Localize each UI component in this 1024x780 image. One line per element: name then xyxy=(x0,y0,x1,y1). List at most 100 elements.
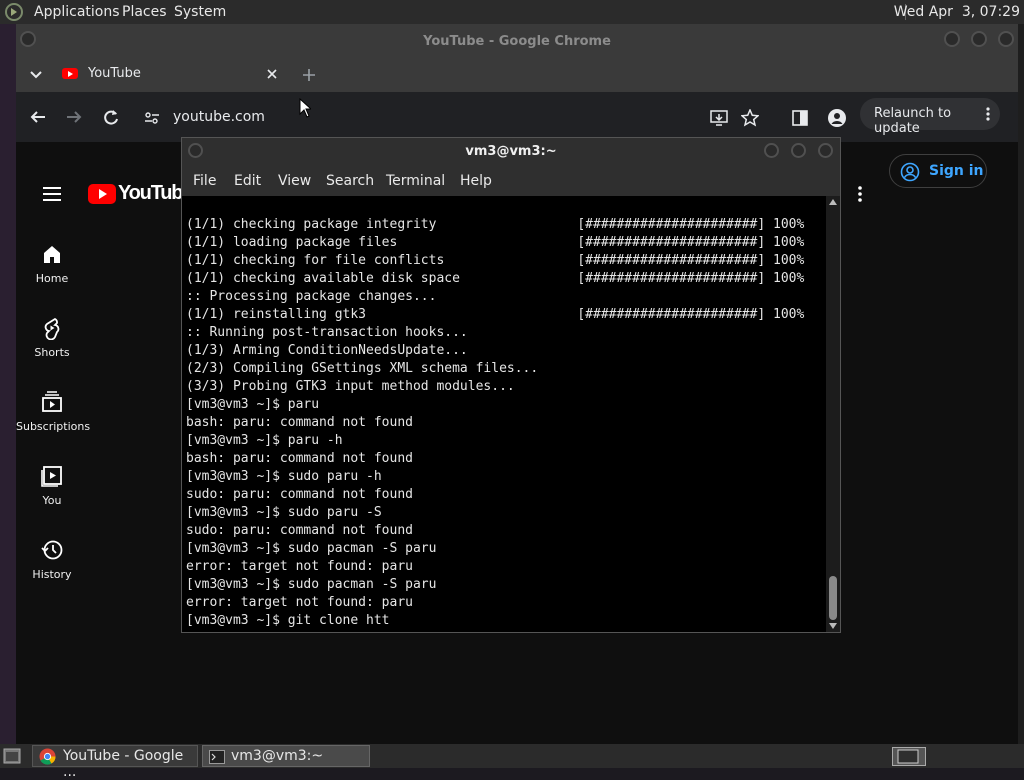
guide-item-home[interactable]: Home xyxy=(16,238,88,312)
forward-icon[interactable] xyxy=(66,109,82,125)
site-info-icon[interactable] xyxy=(144,110,160,126)
terminal-line: (1/1) checking for file conflicts [#####… xyxy=(186,253,805,268)
minimize-button[interactable] xyxy=(944,31,960,47)
reload-icon[interactable] xyxy=(102,108,120,126)
terminal-menu-file[interactable]: File xyxy=(193,173,216,189)
scroll-up-icon[interactable] xyxy=(829,199,837,205)
terminal-line: sudo: paru: command not found xyxy=(186,487,413,502)
scroll-down-icon[interactable] xyxy=(829,623,837,629)
terminal-menubar: File Edit View Search Terminal Help xyxy=(182,166,840,196)
tab-search-chevron-icon[interactable] xyxy=(30,70,42,80)
guide-label-history: History xyxy=(32,568,72,581)
desktop-background-right xyxy=(1018,24,1024,744)
chrome-titlebar[interactable]: YouTube - Google Chrome xyxy=(16,24,1018,58)
chrome-window-title: YouTube - Google Chrome xyxy=(423,34,611,49)
youtube-logo[interactable]: YouTube xyxy=(88,182,193,206)
terminal-line: (1/3) Arming ConditionNeedsUpdate... xyxy=(186,343,468,358)
terminal-line: (3/3) Probing GTK3 input method modules.… xyxy=(186,379,515,394)
shorts-icon xyxy=(44,317,60,340)
menu-system[interactable]: System xyxy=(174,4,226,20)
guide-label-home: Home xyxy=(35,272,69,285)
desktop-background xyxy=(0,24,16,744)
guide-item-history[interactable]: History xyxy=(16,534,88,608)
chrome-menu-icon[interactable] xyxy=(986,107,990,121)
profile-icon[interactable] xyxy=(828,109,846,127)
clock[interactable]: Wed Apr 3, 07:29 xyxy=(894,4,1020,20)
terminal-maximize-button[interactable] xyxy=(791,143,806,158)
terminal-line: (1/1) checking available disk space [###… xyxy=(186,271,805,286)
bookmark-star-icon[interactable] xyxy=(741,109,759,127)
terminal-minimize-button[interactable] xyxy=(764,143,779,158)
menu-applications[interactable]: Applications xyxy=(34,4,120,20)
maximize-button[interactable] xyxy=(971,31,987,47)
terminal-title: vm3@vm3:~ xyxy=(465,144,557,159)
chrome-toolbar: youtube.com Relaunch to update xyxy=(16,92,1018,142)
taskbar-terminal-label: vm3@vm3:~ xyxy=(231,748,324,764)
terminal-output[interactable]: (1/1) checking package integrity [######… xyxy=(182,196,826,632)
terminal-menu-terminal[interactable]: Terminal xyxy=(386,173,445,189)
terminal-line: error: target not found: paru xyxy=(186,595,413,610)
terminal-line: [vm3@vm3 ~]$ sudo pacman -S paru xyxy=(186,577,437,592)
tab-strip: YouTube xyxy=(16,58,1018,92)
you-library-icon xyxy=(41,466,62,487)
guide-label-subscriptions: Subscriptions xyxy=(16,420,91,433)
install-app-icon[interactable] xyxy=(710,109,728,127)
guide-label-you: You xyxy=(42,494,62,507)
guide-label-shorts: Shorts xyxy=(34,346,70,359)
close-window-button[interactable] xyxy=(998,31,1014,47)
terminal-app-icon xyxy=(209,750,225,764)
terminal-line: [vm3@vm3 ~]$ paru -h xyxy=(186,433,343,448)
guide-item-you[interactable]: You xyxy=(16,460,88,534)
terminal-line: [vm3@vm3 ~]$ paru xyxy=(186,397,320,412)
show-desktop-icon[interactable] xyxy=(3,748,21,764)
address-bar[interactable]: youtube.com xyxy=(138,100,848,136)
taskbar-item-chrome[interactable]: YouTube - Google ... xyxy=(32,745,198,780)
account-circle-icon xyxy=(900,162,920,182)
guide-item-shorts[interactable]: Shorts xyxy=(16,312,88,386)
taskbar: YouTube - Google ... vm3@vm3:~ xyxy=(0,744,1024,780)
history-icon xyxy=(41,540,63,560)
mouse-cursor-icon xyxy=(299,98,311,118)
hamburger-menu-icon[interactable] xyxy=(42,186,62,202)
back-icon[interactable] xyxy=(30,109,46,125)
terminal-scrollbar[interactable] xyxy=(826,196,840,632)
terminal-line: sudo: paru: command not found xyxy=(186,523,413,538)
subscriptions-icon xyxy=(42,391,62,412)
terminal-line: error: target not found: paru xyxy=(186,559,413,574)
side-panel-icon[interactable] xyxy=(792,110,808,126)
new-tab-icon[interactable] xyxy=(302,68,316,82)
distro-logo-icon[interactable] xyxy=(4,3,24,21)
youtube-settings-menu-icon[interactable] xyxy=(858,186,862,202)
terminal-line: [vm3@vm3 ~]$ sudo pacman -S paru xyxy=(186,541,437,556)
tab-youtube[interactable]: YouTube xyxy=(52,58,292,92)
terminal-menu-help[interactable]: Help xyxy=(460,173,492,189)
close-tab-icon[interactable] xyxy=(267,69,277,79)
tab-label: YouTube xyxy=(88,66,141,81)
youtube-favicon-icon xyxy=(62,68,78,79)
relaunch-label: Relaunch to update xyxy=(874,106,952,136)
terminal-line: :: Running post-transaction hooks... xyxy=(186,325,468,340)
terminal-menu-edit[interactable]: Edit xyxy=(234,173,261,189)
chrome-app-icon xyxy=(39,748,56,765)
terminal-menu-view[interactable]: View xyxy=(278,173,311,189)
sign-in-button[interactable]: Sign in xyxy=(889,154,987,188)
taskbar-chrome-label: YouTube - Google ... xyxy=(63,748,184,780)
terminal-line: [vm3@vm3 ~]$ git clone htt xyxy=(186,613,390,628)
sign-in-label: Sign in xyxy=(929,163,984,179)
terminal-line: (2/3) Compiling GSettings XML schema fil… xyxy=(186,361,539,376)
workspace-switcher-icon[interactable] xyxy=(892,747,926,766)
terminal-line: bash: paru: command not found xyxy=(186,451,413,466)
terminal-menu-search[interactable]: Search xyxy=(326,173,374,189)
menu-places[interactable]: Places xyxy=(122,4,167,20)
url-text: youtube.com xyxy=(173,109,265,125)
terminal-titlebar[interactable]: vm3@vm3:~ xyxy=(182,138,840,166)
guide-item-subscriptions[interactable]: Subscriptions xyxy=(16,386,91,460)
terminal-line: :: Processing package changes... xyxy=(186,289,437,304)
home-icon xyxy=(44,246,60,263)
relaunch-to-update-button[interactable]: Relaunch to update xyxy=(860,98,1000,136)
terminal-window: vm3@vm3:~ File Edit View Search Terminal… xyxy=(182,138,840,632)
scrollbar-thumb[interactable] xyxy=(829,576,837,620)
terminal-close-button[interactable] xyxy=(818,143,833,158)
taskbar-item-terminal[interactable]: vm3@vm3:~ xyxy=(202,745,370,767)
terminal-line: bash: paru: command not found xyxy=(186,415,413,430)
